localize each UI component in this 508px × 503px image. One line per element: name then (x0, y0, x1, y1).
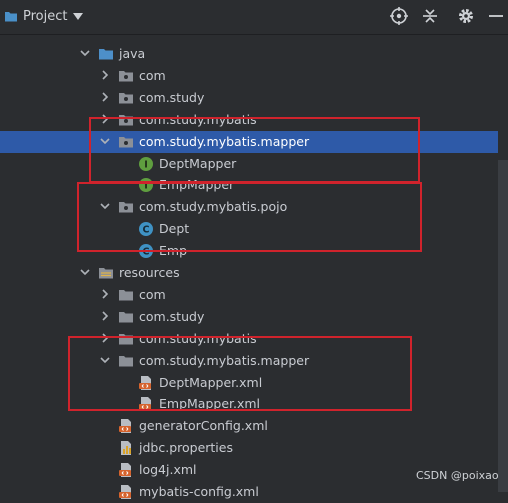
xml-file-icon (118, 462, 134, 478)
tree-row-label: resources (119, 265, 180, 280)
properties-file-icon (118, 440, 134, 456)
project-tree: java com com.study com.study.mybatis com.stu… (0, 35, 508, 499)
project-toolbar: Project (0, 0, 508, 35)
xml-file-icon (118, 418, 134, 434)
folder-icon (5, 12, 17, 22)
xml-file-icon (118, 484, 134, 500)
package-icon (118, 90, 134, 106)
minimize-icon[interactable] (488, 7, 504, 25)
highlight-box-resources-mapper (68, 336, 412, 411)
tree-row-label: com.study (139, 89, 205, 105)
tree-row-java-0[interactable]: java (0, 43, 498, 65)
project-title[interactable]: Project (23, 9, 67, 24)
tree-row-com-study-2[interactable]: com.study (0, 87, 498, 109)
tree-row-label: jdbc.properties (139, 440, 233, 456)
folder-icon (98, 46, 114, 62)
tree-row-com-11[interactable]: com (0, 284, 498, 306)
tree-row-label: generatorConfig.xml (139, 418, 268, 434)
collapse-icon[interactable] (421, 7, 439, 25)
tree-row-com-study-12[interactable]: com.study (0, 306, 498, 328)
chevron-right-icon[interactable] (98, 90, 112, 104)
resources-folder-icon (98, 265, 114, 281)
dropdown-arrow-icon[interactable] (73, 13, 83, 21)
folder-icon (118, 309, 134, 325)
chevron-right-icon[interactable] (98, 68, 112, 82)
watermark: CSDN @poixao (416, 469, 499, 482)
chevron-right-icon[interactable] (98, 309, 112, 323)
highlight-box-pojo-package (77, 182, 422, 252)
vertical-scrollbar[interactable] (498, 160, 508, 492)
chevron-down-icon[interactable] (78, 265, 92, 279)
tree-row-mybatis-config-xml-20[interactable]: mybatis-config.xml (0, 481, 498, 503)
tree-row-label: com.study (139, 308, 205, 324)
tree-row-jdbc-properties-18[interactable]: jdbc.properties (0, 437, 498, 459)
tree-row-label: com (139, 286, 166, 302)
tree-row-label: java (119, 46, 146, 61)
chevron-down-icon[interactable] (78, 46, 92, 60)
highlight-box-mapper-package (89, 117, 420, 183)
locate-icon[interactable] (390, 7, 408, 25)
folder-icon (118, 287, 134, 303)
tree-row-label: log4j.xml (139, 462, 197, 478)
package-icon (118, 68, 134, 84)
tree-row-com-1[interactable]: com (0, 65, 498, 87)
gear-icon[interactable] (457, 7, 475, 25)
tree-row-label: com (139, 67, 166, 83)
chevron-right-icon[interactable] (98, 287, 112, 301)
tree-row-resources-10[interactable]: resources (0, 262, 498, 284)
tree-row-generatorconfig-xml-17[interactable]: generatorConfig.xml (0, 415, 498, 437)
